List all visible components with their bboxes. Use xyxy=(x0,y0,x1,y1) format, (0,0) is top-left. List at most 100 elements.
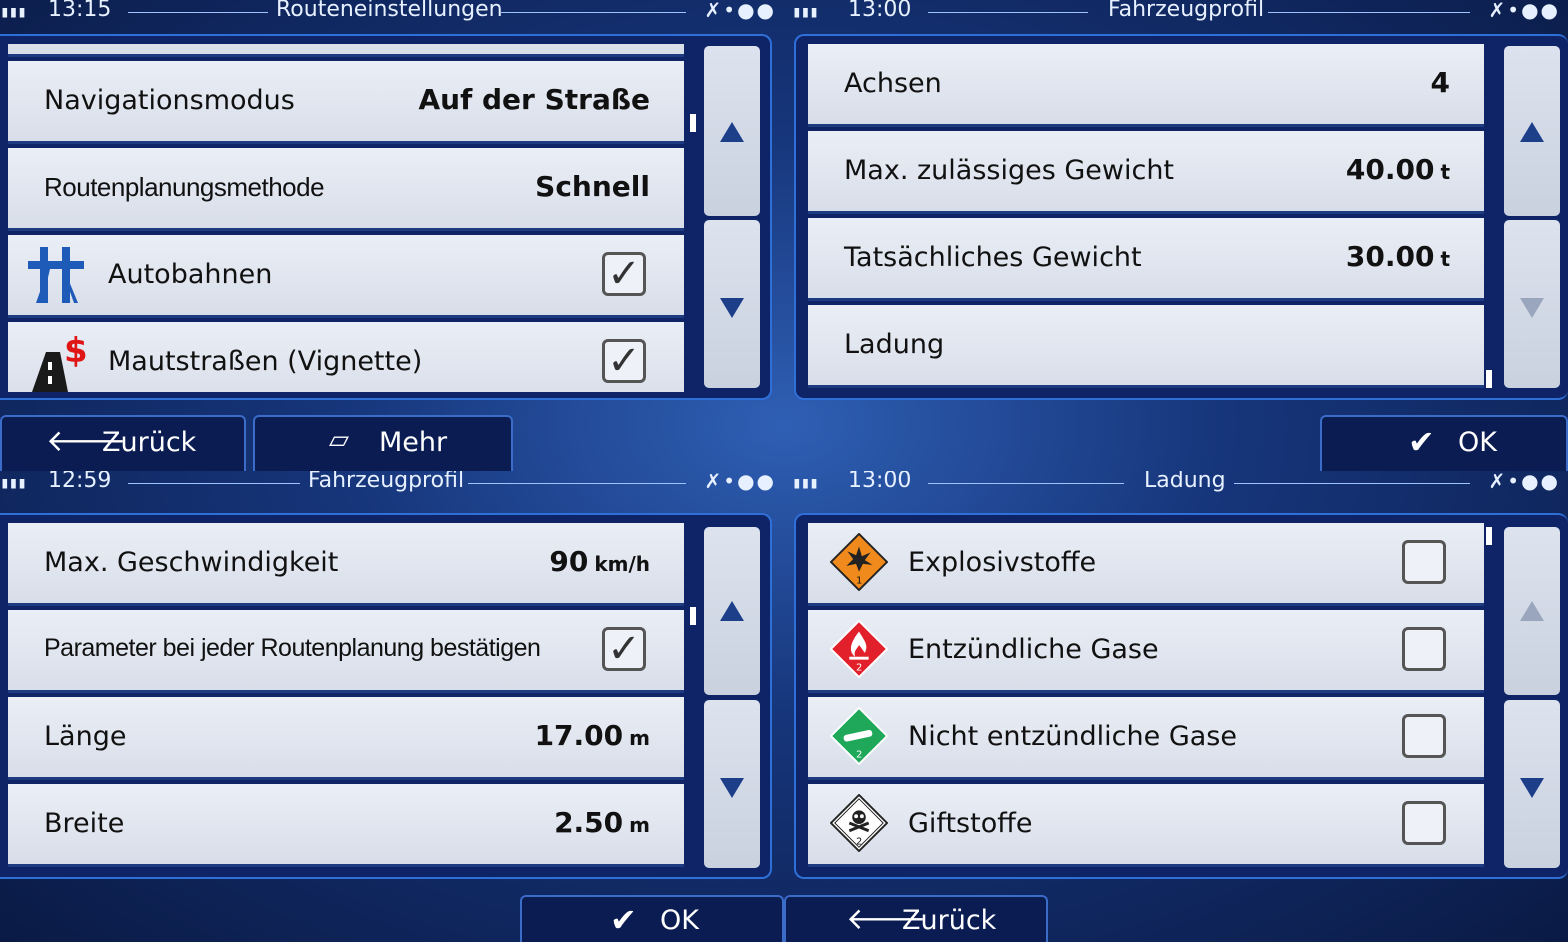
checkbox-unchecked[interactable] xyxy=(1402,627,1446,671)
clock: 13:15 xyxy=(48,0,112,22)
list-item-max-weight[interactable]: Max. zulässiges Gewicht 40.00 t xyxy=(808,131,1484,214)
list-item-axles[interactable]: Achsen 4 xyxy=(808,44,1484,127)
item-label: Autobahnen xyxy=(108,259,273,290)
item-label: Max. Geschwindigkeit xyxy=(44,547,339,578)
scrollbar[interactable] xyxy=(690,114,696,132)
item-label: Nicht entzündliche Gase xyxy=(908,721,1237,752)
route-settings-screen: ▮▮▮ 13:15 Routeneinstellungen ✗•●● Navig… xyxy=(0,0,784,471)
checkmark-icon: ✔ xyxy=(610,901,637,939)
list-item-route-method[interactable]: Routenplanungsmethode Schnell xyxy=(8,148,684,231)
back-button[interactable]: 🡐 Zurück xyxy=(784,895,1048,942)
item-value: Schnell xyxy=(535,170,650,203)
arrow-up-icon xyxy=(1520,601,1544,621)
scroll-down-button[interactable] xyxy=(1504,700,1560,868)
title-divider xyxy=(500,12,686,13)
checkbox-checked[interactable]: ✓ xyxy=(602,339,646,383)
svg-text:$: $ xyxy=(64,332,86,371)
arrow-down-icon xyxy=(1520,298,1544,318)
scrollbar[interactable] xyxy=(1486,527,1492,545)
scroll-down-button[interactable] xyxy=(704,220,760,388)
item-value: 2.50 m xyxy=(554,806,650,839)
checkbox-checked[interactable]: ✓ xyxy=(602,627,646,671)
non-flammable-gas-hazard-icon: 2 xyxy=(830,707,888,765)
svg-text:2: 2 xyxy=(856,749,862,760)
arrow-down-icon xyxy=(720,298,744,318)
screen-title: Fahrzeugprofil xyxy=(1108,0,1265,22)
svg-text:1: 1 xyxy=(856,575,862,586)
value-unit: km/h xyxy=(594,552,650,576)
value-unit: m xyxy=(629,726,650,750)
item-label: Giftstoffe xyxy=(908,808,1033,839)
list-item-toll-roads[interactable]: $ Mautstraßen (Vignette) ✓ xyxy=(8,322,684,392)
settings-panel: Navigationsmodus Auf der Straße Routenpl… xyxy=(0,34,772,400)
list-item-confirm-parameters[interactable]: Parameter bei jeder Routenplanung bestät… xyxy=(8,610,684,693)
list-item-highways[interactable]: Autobahnen ✓ xyxy=(8,235,684,318)
more-button[interactable]: ▱ Mehr xyxy=(253,415,513,471)
signal-icon: ▮▮▮ xyxy=(792,2,819,21)
item-label: Entzündliche Gase xyxy=(908,634,1159,665)
gps-icon: ✗•●● xyxy=(704,471,776,493)
signal-icon: ▮▮▮ xyxy=(792,473,819,492)
scrollbar[interactable] xyxy=(1486,370,1492,388)
list-item-explosives[interactable]: 1 Explosivstoffe xyxy=(808,523,1484,606)
list-item-non-flammable-gases[interactable]: 2 Nicht entzündliche Gase xyxy=(808,697,1484,780)
arrow-down-icon xyxy=(1520,778,1544,798)
toxic-hazard-icon: 2 xyxy=(830,794,888,852)
cargo-list: 1 Explosivstoffe 2 Entzündliche Gase 2 N… xyxy=(808,523,1484,871)
back-label: Zurück xyxy=(102,427,197,458)
more-label: Mehr xyxy=(379,427,448,458)
scroll-up-button[interactable] xyxy=(1504,527,1560,695)
arrow-down-icon xyxy=(720,778,744,798)
list-item-width[interactable]: Breite 2.50 m xyxy=(8,784,684,867)
scroll-down-button[interactable] xyxy=(1504,220,1560,388)
ok-button[interactable]: ✔ OK xyxy=(1320,415,1568,471)
checkbox-unchecked[interactable] xyxy=(1402,540,1446,584)
item-label: Navigationsmodus xyxy=(44,85,295,116)
back-button[interactable]: 🡐 Zurück xyxy=(0,415,246,471)
screen-title: Routeneinstellungen xyxy=(276,0,503,22)
list-item-toxic-substances[interactable]: 2 Giftstoffe xyxy=(808,784,1484,867)
item-label: Achsen xyxy=(844,68,942,99)
item-label: Tatsächliches Gewicht xyxy=(844,242,1142,273)
title-divider xyxy=(928,483,1124,484)
status-bar: ▮▮▮ 12:59 Fahrzeugprofil ✗•●● xyxy=(0,471,784,497)
settings-panel: Achsen 4 Max. zulässiges Gewicht 40.00 t … xyxy=(794,34,1568,400)
scroll-up-button[interactable] xyxy=(1504,46,1560,216)
title-divider xyxy=(928,12,1088,13)
status-bar: ▮▮▮ 13:00 Ladung ✗•●● xyxy=(784,471,1568,497)
value-unit: t xyxy=(1440,247,1450,271)
clock: 12:59 xyxy=(48,471,112,493)
scroll-down-button[interactable] xyxy=(704,700,760,868)
gps-icon: ✗•●● xyxy=(1488,471,1560,493)
list-item-flammable-gases[interactable]: 2 Entzündliche Gase xyxy=(808,610,1484,693)
scroll-up-button[interactable] xyxy=(704,46,760,216)
scrollbar[interactable] xyxy=(690,607,696,625)
vehicle-profile-screen: ▮▮▮ 12:59 Fahrzeugprofil ✗•●● Max. Gesch… xyxy=(0,471,784,942)
ok-button[interactable]: ✔ OK xyxy=(520,895,784,942)
cargo-panel: 1 Explosivstoffe 2 Entzündliche Gase 2 N… xyxy=(794,513,1568,879)
ok-label: OK xyxy=(660,905,699,936)
checkbox-checked[interactable]: ✓ xyxy=(602,252,646,296)
item-label: Explosivstoffe xyxy=(908,547,1097,578)
item-value: 30.00 t xyxy=(1346,240,1450,273)
svg-text:2: 2 xyxy=(856,836,862,847)
item-label: Ladung xyxy=(844,329,945,360)
screen-title: Fahrzeugprofil xyxy=(308,471,465,493)
flammable-gas-hazard-icon: 2 xyxy=(830,620,888,678)
list-item-cargo[interactable]: Ladung xyxy=(808,305,1484,388)
title-divider xyxy=(1268,12,1470,13)
list-item-length[interactable]: Länge 17.00 m xyxy=(8,697,684,780)
arrow-up-icon xyxy=(720,122,744,142)
title-divider xyxy=(468,483,686,484)
value-unit: t xyxy=(1440,160,1450,184)
scroll-up-button[interactable] xyxy=(704,527,760,695)
list-item-max-speed[interactable]: Max. Geschwindigkeit 90 km/h xyxy=(8,523,684,606)
list-item-navigation-mode[interactable]: Navigationsmodus Auf der Straße xyxy=(8,61,684,144)
checkbox-unchecked[interactable] xyxy=(1402,714,1446,758)
list-item[interactable] xyxy=(8,44,684,57)
value-number: 17.00 xyxy=(534,719,624,752)
checkmark-icon: ✔ xyxy=(1408,423,1435,461)
item-label: Breite xyxy=(44,808,125,839)
checkbox-unchecked[interactable] xyxy=(1402,801,1446,845)
list-item-actual-weight[interactable]: Tatsächliches Gewicht 30.00 t xyxy=(808,218,1484,301)
